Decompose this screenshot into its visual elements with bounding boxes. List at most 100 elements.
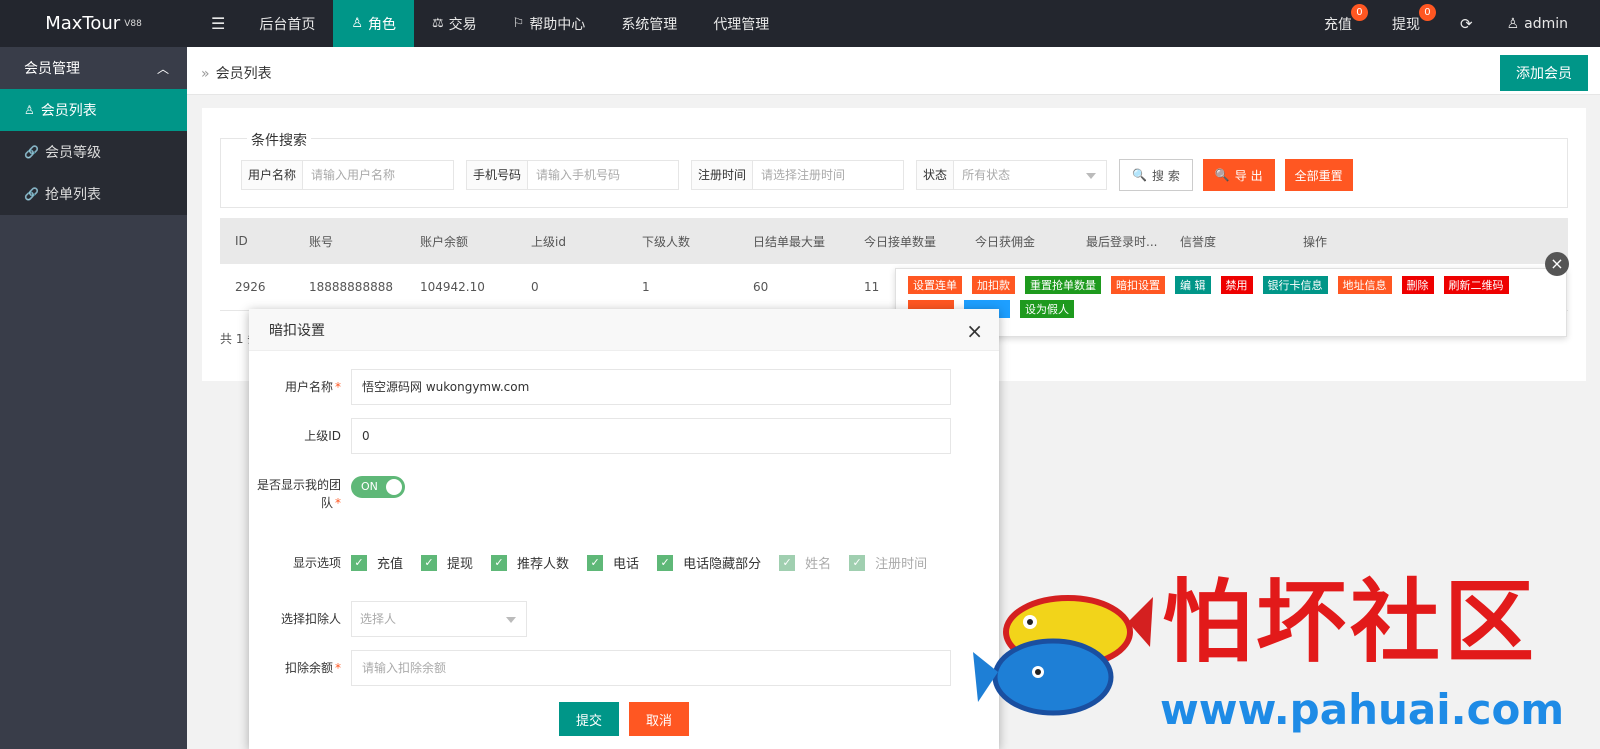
parent-id-field[interactable]: 0	[351, 418, 951, 454]
sidebar-item-grab-list[interactable]: 🔗 抢单列表	[0, 173, 187, 215]
breadcrumb: » 会员列表	[201, 63, 272, 83]
display-option-checkbox[interactable]: ✓ 充值	[351, 553, 403, 572]
secret-deduct-modal: 暗扣设置 × 用户名称 * 悟空源码网 wukongymw.com 上级ID 0 …	[249, 309, 999, 749]
op-button[interactable]: 刷新二维码	[1443, 276, 1509, 294]
col-header: ID	[235, 234, 248, 248]
nav-label: 角色	[368, 16, 396, 33]
username-search-label: 用户名称	[242, 161, 304, 189]
sidebar-group-label: 会员管理	[24, 61, 80, 77]
sidebar-item-label: 会员等级	[44, 145, 101, 161]
deductor-placeholder: 选择人	[360, 612, 397, 626]
breadcrumb-separator-icon: »	[201, 66, 210, 82]
parent-id-row: 上级ID 0	[249, 418, 999, 454]
phone-search-input[interactable]: 请输入手机号码	[528, 161, 678, 189]
display-option-checkbox[interactable]: ✓ 推荐人数	[491, 553, 569, 572]
sidebar-item-member-level[interactable]: 🔗 会员等级	[0, 131, 187, 173]
deductor-select[interactable]: 选择人	[351, 601, 527, 637]
add-member-button[interactable]: 添加会员	[1500, 55, 1588, 91]
display-option-checkbox[interactable]: ✓ 电话	[587, 553, 639, 572]
regtime-search-input[interactable]: 请选择注册时间	[753, 161, 903, 189]
op-button[interactable]: 编 辑	[1175, 276, 1211, 294]
nav-help[interactable]: ⚐ 帮助中心	[495, 0, 604, 47]
status-select[interactable]: 所有状态	[954, 161, 1106, 189]
close-icon[interactable]: ×	[1545, 252, 1569, 276]
fish-logo-icon	[973, 595, 1153, 716]
regtime-search-label: 注册时间	[692, 161, 754, 189]
sidebar-item-member-list[interactable]: ♙ 会员列表	[0, 89, 187, 131]
nav-agent[interactable]: 代理管理	[695, 0, 787, 47]
user-menu[interactable]: ♙ admin	[1493, 0, 1600, 47]
search-fieldset: 条件搜索 用户名称 请输入用户名称 手机号码 请输入手机号码 注册时间 请选择注…	[220, 130, 1568, 208]
username-search-input[interactable]: 请输入用户名称	[303, 161, 453, 189]
op-button[interactable]: 加扣款	[972, 276, 1015, 294]
op-button[interactable]: 银行卡信息	[1262, 276, 1328, 294]
display-option-checkbox[interactable]: ✓ 姓名	[779, 553, 831, 572]
checkbox-label: 注册时间	[875, 557, 928, 572]
table-header: ID 账号 账户余额 上级id 下级人数 日结单最大量 今日接单数量 今日获佣金…	[220, 218, 1568, 264]
chevron-up-icon: ︿	[156, 61, 169, 76]
deductor-row: 选择扣除人 选择人	[249, 601, 999, 637]
col-header: 下级人数	[642, 234, 691, 249]
user-name: admin	[1524, 15, 1568, 32]
op-button[interactable]: 删除	[1401, 276, 1434, 294]
show-team-row: 是否显示我的团队 * ON	[249, 476, 999, 512]
nav-label: 系统管理	[621, 16, 678, 33]
breadcrumb-bar: » 会员列表 添加会员	[187, 47, 1600, 95]
close-icon[interactable]: ×	[966, 319, 983, 343]
checkmark-icon: ✓	[491, 554, 508, 571]
user-icon: ♙	[351, 16, 363, 31]
op-button[interactable]: 地址信息	[1337, 276, 1392, 294]
export-button[interactable]: 🔍 导 出	[1202, 159, 1275, 191]
cancel-button[interactable]: 取消	[629, 702, 689, 736]
col-header: 信誉度	[1180, 234, 1217, 249]
checkmark-icon: ✓	[587, 554, 604, 571]
show-team-label: 是否显示我的团队 *	[249, 476, 345, 512]
checkbox-label: 充值	[377, 557, 404, 572]
username-search: 用户名称 请输入用户名称	[241, 160, 455, 190]
deductor-label: 选择扣除人	[280, 612, 341, 626]
nav-system[interactable]: 系统管理	[603, 0, 695, 47]
user-icon: ♙	[24, 103, 35, 117]
refresh-icon[interactable]: ⟳	[1440, 0, 1493, 47]
menu-toggle-icon[interactable]: ☰	[195, 0, 241, 47]
op-button[interactable]: 暗扣设置	[1111, 276, 1165, 294]
checkmark-icon: ✓	[421, 554, 438, 571]
checkbox-label: 提现	[447, 557, 474, 572]
amount-field[interactable]: 请输入扣除余额	[351, 650, 951, 686]
checkmark-icon: ✓	[779, 554, 796, 571]
flag-icon: ⚐	[512, 16, 525, 31]
withdraw-link[interactable]: 提现 0	[1372, 0, 1440, 47]
nav-home[interactable]: 后台首页	[241, 0, 333, 47]
scale-icon: ⚖	[432, 16, 444, 31]
checkmark-icon: ✓	[351, 554, 367, 571]
reset-all-button[interactable]: 全部重置	[1284, 159, 1353, 191]
display-option-checkbox[interactable]: ✓ 提现	[421, 553, 473, 572]
caret-down-icon	[1086, 173, 1097, 179]
username-field[interactable]: 悟空源码网 wukongymw.com	[351, 369, 951, 405]
nav-trade[interactable]: ⚖ 交易	[414, 0, 495, 47]
show-team-toggle[interactable]: ON	[351, 476, 405, 498]
operations-list: 设置连单 加扣款 重置抢单数量 暗扣设置编 辑禁用 银行卡信息 地址信息 删除 刷新二维码设为…	[908, 276, 1554, 318]
cell-balance: 104942.10	[420, 280, 485, 294]
cell-account: 18888888888	[309, 280, 393, 294]
search-icon: 🔍	[1214, 168, 1230, 182]
recharge-link[interactable]: 充值 0	[1304, 0, 1372, 47]
nav-role[interactable]: ♙ 角色	[333, 0, 414, 47]
sidebar-group-members[interactable]: 会员管理 ︿	[0, 47, 187, 89]
search-legend: 条件搜索	[247, 130, 311, 150]
username-row: 用户名称 * 悟空源码网 wukongymw.com	[249, 369, 999, 405]
search-button[interactable]: 🔍 搜 索	[1119, 159, 1193, 191]
field-label: 是否显示我的团队	[257, 478, 342, 510]
op-button[interactable]: 禁用	[1220, 276, 1253, 294]
col-header: 日结单最大量	[753, 234, 826, 249]
op-button[interactable]: 重置抢单数量	[1025, 276, 1101, 294]
display-option-checkbox[interactable]: ✓ 电话隐藏部分	[657, 553, 761, 572]
withdraw-label: 提现	[1391, 16, 1420, 33]
link-icon: 🔗	[24, 187, 39, 201]
submit-button[interactable]: 提交	[559, 702, 619, 736]
display-option-checkbox[interactable]: ✓ 注册时间	[849, 553, 927, 572]
nav-label: 代理管理	[713, 16, 770, 33]
op-button[interactable]: 设为假人	[1020, 300, 1074, 318]
op-button[interactable]: 设置连单	[908, 276, 962, 294]
app-logo[interactable]: MaxTour V88	[0, 0, 187, 47]
